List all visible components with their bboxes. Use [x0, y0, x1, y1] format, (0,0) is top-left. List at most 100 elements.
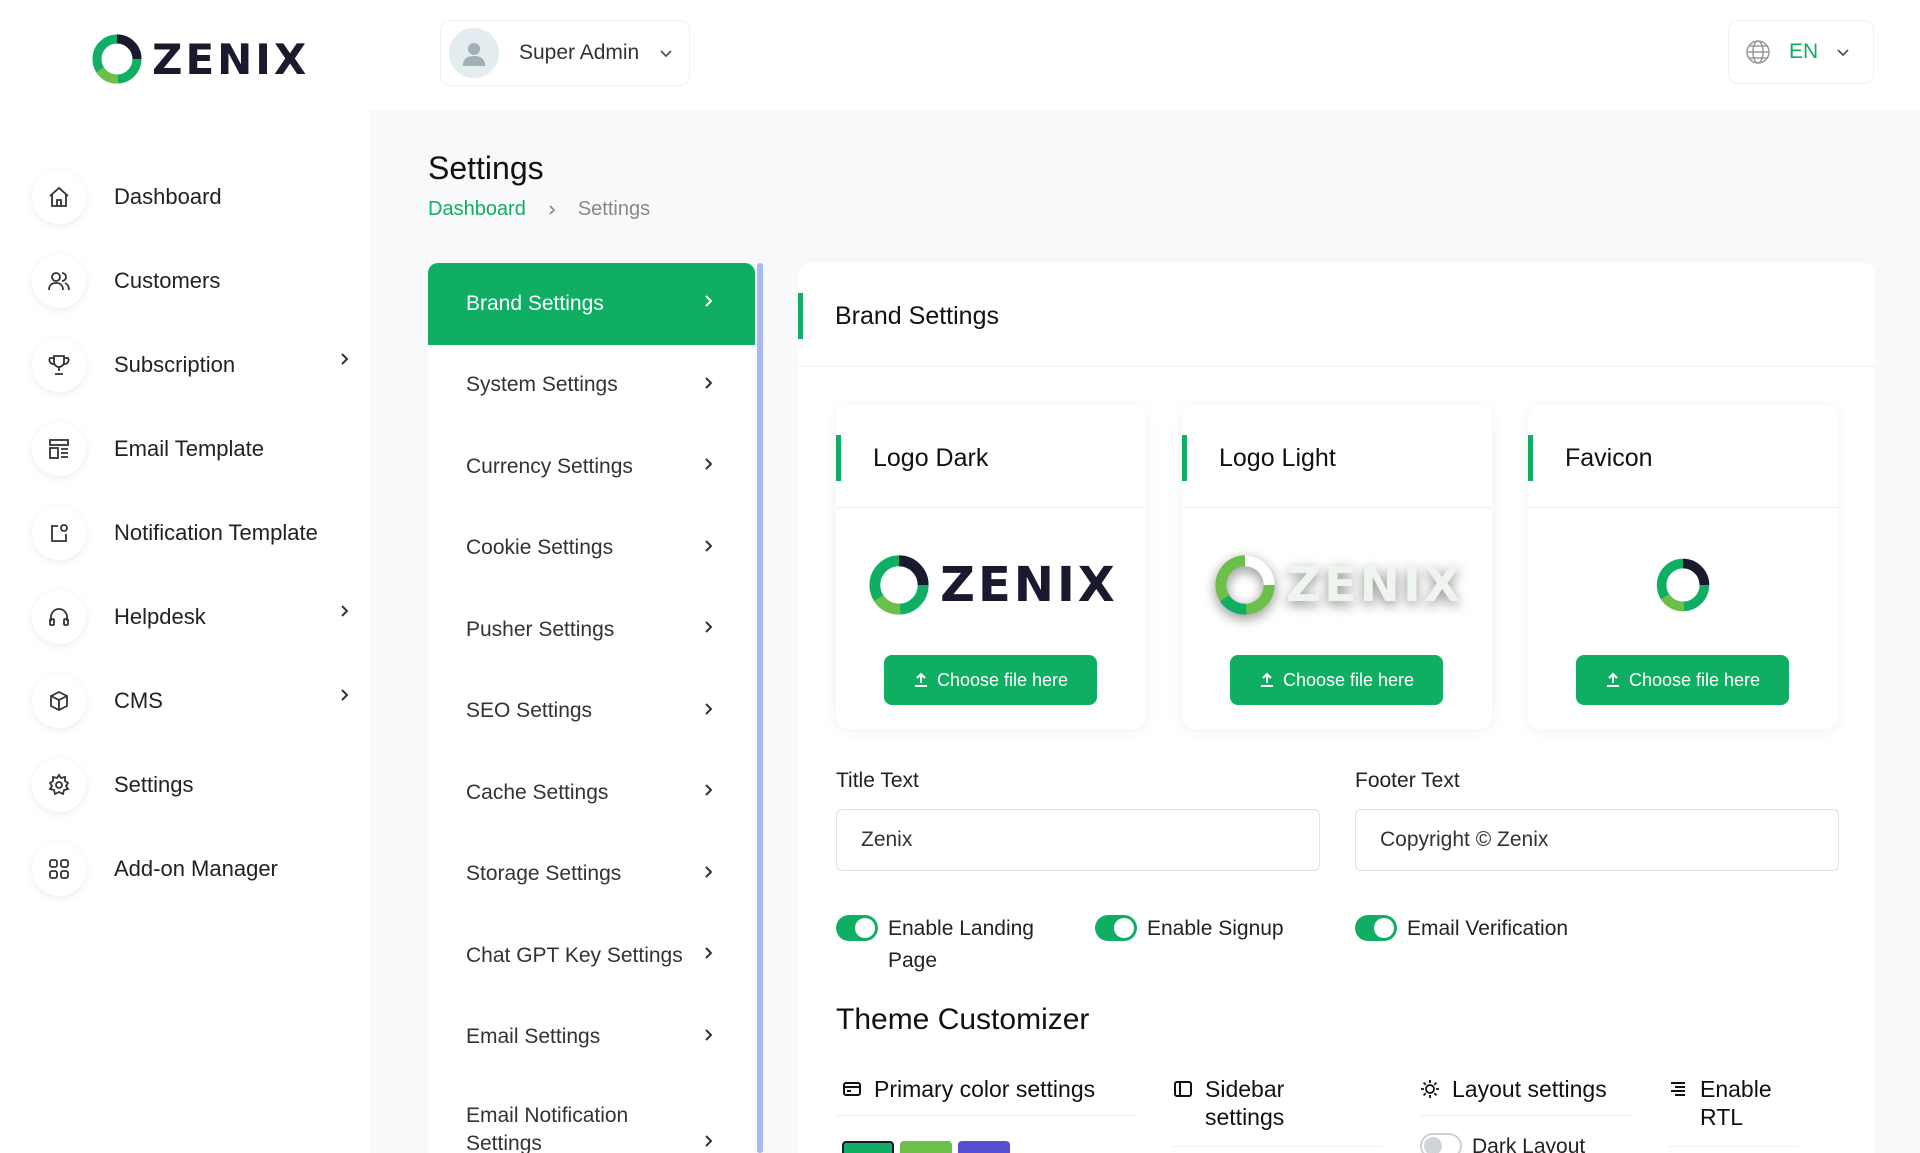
brand-name: ZENIX	[152, 34, 310, 84]
align-right-icon	[1671, 1082, 1685, 1096]
settings-menu-storage[interactable]: Storage Settings	[428, 834, 755, 916]
tab-primary-color-settings[interactable]: Primary color settings	[842, 1075, 1095, 1103]
sidebar-item-settings[interactable]: Settings	[32, 743, 352, 827]
sidebar-item-label: Helpdesk	[114, 604, 206, 629]
sidebar-item-label: Dashboard	[114, 184, 222, 209]
chevron-right-icon	[705, 1028, 713, 1041]
divider	[1182, 507, 1492, 508]
settings-menu-cache[interactable]: Cache Settings	[428, 752, 755, 834]
divider	[1173, 1146, 1383, 1147]
sidebar-item-label: Notification Template	[114, 520, 318, 545]
sidebar-nav: Dashboard Customers Subscription Email T…	[32, 155, 352, 911]
tab-label: Enable RTL	[1700, 1076, 1772, 1130]
toggle-switch[interactable]	[836, 915, 878, 941]
footer-text-label: Footer Text	[1355, 769, 1460, 792]
sidebar: ZENIX Dashboard Customers Subscription E…	[0, 0, 370, 1153]
settings-menu-label: Pusher Settings	[466, 617, 615, 641]
choose-file-button-favicon[interactable]: Choose file here	[1576, 655, 1789, 705]
notification-icon	[32, 506, 86, 560]
logo-dark-preview: ZENIX	[836, 540, 1146, 630]
settings-menu-chat-gpt-key[interactable]: Chat GPT Key Settings	[428, 915, 755, 997]
chevron-right-icon	[705, 784, 713, 796]
headphones-icon	[32, 590, 86, 644]
settings-menu-label: Brand Settings	[466, 291, 604, 315]
chevron-right-icon	[341, 689, 349, 701]
upload-card-logo-light: Logo Light ZENIX Choose file here	[1182, 405, 1492, 729]
settings-menu-label: Chat GPT Key Settings	[466, 943, 683, 967]
upload-card-title: Favicon	[1528, 435, 1653, 481]
upload-icon	[914, 672, 927, 687]
choose-file-button-logo-light[interactable]: Choose file here	[1230, 655, 1443, 705]
box-icon	[32, 674, 86, 728]
upload-card-title: Logo Dark	[836, 435, 988, 481]
color-swatch[interactable]	[958, 1141, 1010, 1153]
settings-menu-label: Email Notification Settings	[466, 1104, 629, 1153]
sidebar-item-notification-template[interactable]: Notification Template	[32, 491, 352, 575]
user-name: Super Admin	[519, 41, 640, 64]
tab-layout-settings[interactable]: Layout settings	[1420, 1075, 1607, 1103]
sidebar-item-dashboard[interactable]: Dashboard	[32, 155, 352, 239]
settings-menu-currency[interactable]: Currency Settings	[428, 426, 755, 508]
settings-menu-cookie[interactable]: Cookie Settings	[428, 508, 755, 590]
sidebar-item-email-template[interactable]: Email Template	[32, 407, 352, 491]
settings-menu-label: System Settings	[466, 373, 618, 397]
trophy-icon	[32, 338, 86, 392]
settings-menu-email[interactable]: Email Settings	[428, 997, 755, 1079]
enable-landing-page-toggle[interactable]: Enable Landing Page	[836, 913, 1058, 977]
choose-file-label: Choose file here	[1282, 669, 1415, 690]
choose-file-button-logo-dark[interactable]: Choose file here	[884, 655, 1097, 705]
color-swatch[interactable]	[842, 1141, 894, 1153]
tab-label: Primary color settings	[874, 1076, 1096, 1102]
sidebar-item-customers[interactable]: Customers	[32, 239, 352, 323]
toggle-switch[interactable]	[1420, 1133, 1462, 1153]
panel-title: Brand Settings	[798, 293, 999, 339]
email-verification-toggle[interactable]: Email Verification	[1355, 913, 1568, 945]
home-icon	[32, 170, 86, 224]
settings-menu-label: Email Settings	[466, 1025, 601, 1049]
divider	[1528, 507, 1838, 508]
settings-menu-email-notification[interactable]: Email Notification Settings	[428, 1078, 755, 1153]
sidebar-item-label: Subscription	[114, 352, 236, 377]
sidebar-item-subscription[interactable]: Subscription	[32, 323, 352, 407]
user-menu-button[interactable]: Super Admin	[440, 20, 690, 86]
sun-icon	[1421, 1080, 1439, 1098]
sidebar-item-helpdesk[interactable]: Helpdesk	[32, 575, 352, 659]
toggle-label: Email Verification	[1407, 917, 1569, 940]
avatar	[449, 28, 499, 78]
dark-layout-toggle[interactable]: Dark Layout	[1420, 1131, 1585, 1153]
tab-enable-rtl[interactable]: Enable RTL	[1668, 1075, 1810, 1131]
choose-file-label: Choose file here	[1628, 669, 1761, 690]
theme-customizer-title: Theme Customizer	[836, 1003, 1090, 1036]
upload-icon	[1606, 672, 1619, 687]
color-swatch[interactable]	[900, 1141, 952, 1153]
chevron-right-icon	[705, 865, 713, 878]
sidebar-item-cms[interactable]: CMS	[32, 659, 352, 743]
toggle-label: Dark Layout	[1472, 1135, 1586, 1153]
settings-menu-brand[interactable]: Brand Settings	[428, 263, 755, 345]
toggle-switch[interactable]	[1355, 915, 1397, 941]
sidebar-item-label: Customers	[114, 268, 221, 293]
breadcrumb: Dashboard Settings	[428, 198, 650, 221]
sidebar-item-add-on-manager[interactable]: Add-on Manager	[32, 827, 352, 911]
toggle-switch[interactable]	[1095, 915, 1137, 941]
settings-menu-seo[interactable]: SEO Settings	[428, 671, 755, 753]
tab-label: Layout settings	[1452, 1076, 1607, 1102]
divider	[836, 507, 1146, 508]
sidebar-item-label: Settings	[114, 772, 194, 797]
toggle-label: Enable Landing Page	[888, 917, 1034, 972]
favicon-preview	[1528, 540, 1838, 630]
brand-logo[interactable]: ZENIX	[88, 30, 309, 88]
settings-menu-scrollbar[interactable]	[757, 263, 763, 1153]
chevron-right-icon	[341, 605, 349, 617]
tab-sidebar-settings[interactable]: Sidebar settings	[1173, 1075, 1325, 1131]
settings-menu-pusher[interactable]: Pusher Settings	[428, 589, 755, 671]
language-selector[interactable]: EN	[1728, 20, 1874, 84]
breadcrumb-home-link[interactable]: Dashboard	[428, 198, 526, 221]
toggle-label: Enable Signup	[1147, 917, 1284, 940]
title-text-input[interactable]: Zenix	[836, 809, 1320, 871]
settings-menu-system[interactable]: System Settings	[428, 345, 755, 427]
users-icon	[32, 254, 86, 308]
gear-icon	[32, 758, 86, 812]
enable-signup-toggle[interactable]: Enable Signup	[1095, 913, 1284, 945]
footer-text-input[interactable]: Copyright © Zenix	[1355, 809, 1839, 871]
